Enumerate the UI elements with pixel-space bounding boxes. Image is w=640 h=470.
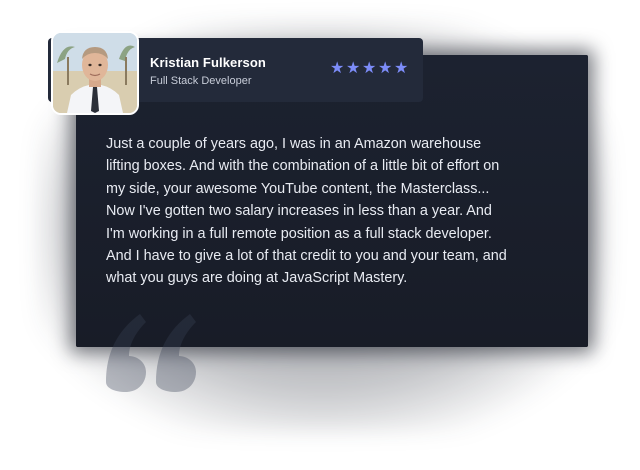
star-icon: ★ — [346, 58, 361, 77]
person-photo — [53, 33, 137, 113]
star-icon: ★ — [362, 58, 377, 77]
quote-icon — [106, 314, 196, 392]
star-icon: ★ — [330, 58, 345, 77]
star-icon: ★ — [394, 58, 409, 77]
author-avatar — [51, 31, 139, 115]
author-role: Full Stack Developer — [150, 75, 252, 87]
star-icon: ★ — [378, 58, 393, 77]
author-name: Kristian Fulkerson — [150, 55, 266, 70]
testimonial-text: Just a couple of years ago, I was in an … — [106, 136, 507, 287]
testimonial-stage: Kristian Fulkerson Full Stack Developer … — [0, 0, 640, 470]
rating-stars: ★ ★ ★ ★ ★ — [330, 58, 409, 77]
